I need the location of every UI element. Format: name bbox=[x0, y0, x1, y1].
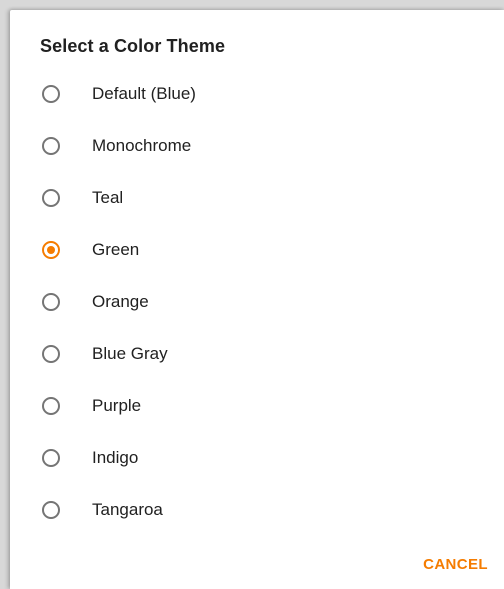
radio-button-icon[interactable] bbox=[42, 501, 60, 519]
theme-option-label: Orange bbox=[92, 292, 149, 311]
theme-option-monochrome[interactable]: Monochrome bbox=[10, 122, 504, 174]
theme-option-label: Tangaroa bbox=[92, 500, 163, 519]
radio-button-icon[interactable] bbox=[42, 449, 60, 467]
radio-button-icon[interactable] bbox=[42, 85, 60, 103]
theme-option-label: Indigo bbox=[92, 448, 139, 467]
theme-option-label: Monochrome bbox=[92, 136, 192, 155]
theme-option-teal[interactable]: Teal bbox=[10, 174, 504, 226]
theme-option-green[interactable]: Green bbox=[10, 226, 504, 278]
radio-button-icon[interactable] bbox=[42, 397, 60, 415]
theme-option-label: Purple bbox=[92, 396, 142, 415]
theme-option-label: Blue Gray bbox=[92, 344, 168, 363]
radio-button-icon[interactable] bbox=[42, 345, 60, 363]
theme-options-list: Default (Blue) Monochrome Teal Green Ora… bbox=[10, 70, 504, 538]
theme-option-label: Green bbox=[92, 240, 140, 259]
radio-button-icon[interactable] bbox=[42, 189, 60, 207]
color-theme-dialog: Select a Color Theme Default (Blue) Mono… bbox=[10, 10, 504, 589]
theme-option-blue-gray[interactable]: Blue Gray bbox=[10, 330, 504, 382]
dialog-title: Select a Color Theme bbox=[40, 36, 226, 56]
cancel-button[interactable]: CANCEL bbox=[419, 550, 492, 579]
theme-option-indigo[interactable]: Indigo bbox=[10, 434, 504, 486]
theme-option-purple[interactable]: Purple bbox=[10, 382, 504, 434]
theme-option-label: Teal bbox=[92, 188, 124, 207]
theme-option-label: Default (Blue) bbox=[92, 84, 196, 103]
radio-button-icon[interactable] bbox=[42, 241, 60, 259]
theme-option-tangaroa[interactable]: Tangaroa bbox=[10, 486, 504, 538]
radio-button-icon[interactable] bbox=[42, 293, 60, 311]
theme-option-default-blue[interactable]: Default (Blue) bbox=[10, 70, 504, 122]
radio-button-icon[interactable] bbox=[42, 137, 60, 155]
theme-option-orange[interactable]: Orange bbox=[10, 278, 504, 330]
